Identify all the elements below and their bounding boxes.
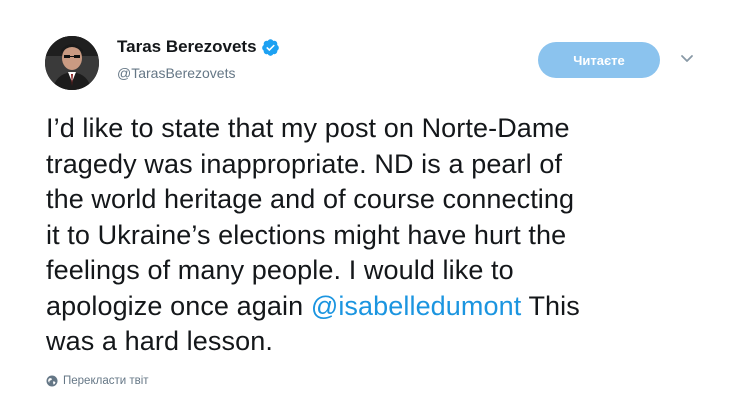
- author-name-row: Taras Berezovets: [117, 37, 280, 57]
- translate-tweet-link[interactable]: Перекласти твіт: [46, 375, 149, 387]
- tweet-text-segment: apologize once again: [46, 290, 311, 321]
- translate-tweet-label: Перекласти твіт: [63, 375, 149, 387]
- tweet-text: I’d like to state that my post on Norte-…: [46, 111, 736, 360]
- chevron-down-icon[interactable]: [680, 54, 694, 64]
- tweet-text-line: feelings of many people. I would like to: [46, 255, 514, 285]
- author-handle[interactable]: @TarasBerezovets: [117, 65, 235, 81]
- tweet-text-line: the world heritage and of course connect…: [46, 184, 575, 214]
- tweet-text-segment: This: [521, 290, 580, 321]
- verified-badge-icon: [261, 38, 280, 57]
- tweet-text-line: I’d like to state that my post on Norte-…: [46, 113, 570, 143]
- avatar[interactable]: [45, 36, 99, 90]
- tweet-text-line: apologize once again @isabelledumont Thi…: [46, 289, 736, 325]
- tweet-text-line: tragedy was inappropriate. ND is a pearl…: [46, 148, 563, 179]
- author-name[interactable]: Taras Berezovets: [117, 37, 257, 57]
- tweet-text-line: was a hard lesson.: [46, 326, 273, 356]
- mention-link[interactable]: @isabelledumont: [311, 291, 522, 321]
- tweet-card: Taras Berezovets @TarasBerezovets Читаєт…: [0, 0, 740, 410]
- following-button[interactable]: Читаєте: [538, 42, 660, 78]
- tweet-text-line: it to Ukraine’s elections might have hur…: [46, 219, 567, 250]
- globe-icon: [46, 375, 58, 387]
